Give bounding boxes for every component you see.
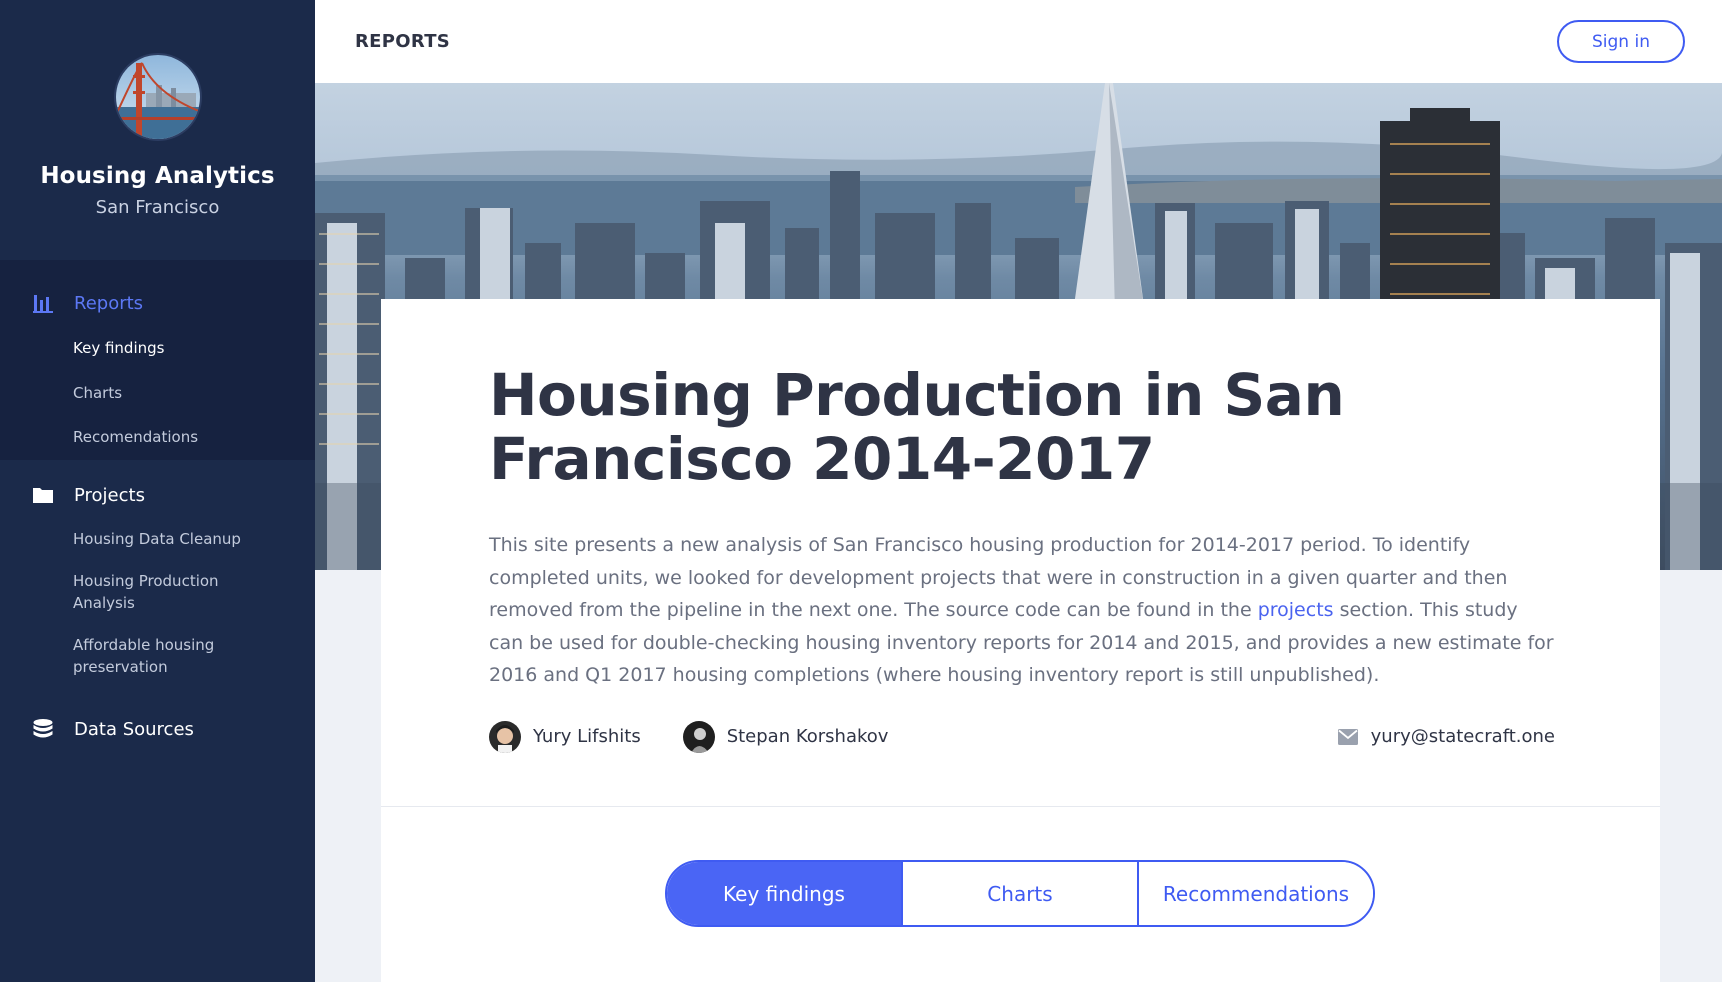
nav-group-projects: Projects Housing Data Cleanup Housing Pr… [0,460,315,688]
author[interactable]: Yury Lifshits [489,720,641,753]
page-title: Housing Production in San Francisco 2014… [489,361,1345,493]
sidebar-item-projects[interactable]: Projects [0,472,315,518]
sidebar-subitem-housing-production-analysis[interactable]: Housing Production Analysis [0,560,315,624]
tab-key-findings[interactable]: Key findings [667,862,901,925]
author-name: Yury Lifshits [533,726,641,747]
bar-chart-icon [32,292,54,314]
nav-group-reports: Reports Key findings Charts Recomendatio… [0,260,315,460]
sidebar-item-reports[interactable]: Reports [0,280,315,326]
sidebar-item-label: Reports [74,292,144,314]
author-name: Stepan Korshakov [726,726,889,747]
sidebar-subitem-recomendations[interactable]: Recomendations [0,415,315,460]
sidebar-item-label: Data Sources [74,718,194,740]
sidebar-subitem-charts[interactable]: Charts [0,371,315,416]
sidebar-subitem-housing-data-cleanup[interactable]: Housing Data Cleanup [0,518,315,560]
sidebar-subitem-affordable-housing-preservation[interactable]: Affordable housing preservation [0,624,315,688]
top-bar: REPORTS Sign in [315,0,1722,83]
sidebar-item-data-sources[interactable]: Data Sources [0,706,315,752]
mail-icon [1337,728,1358,745]
projects-link[interactable]: projects [1258,599,1334,621]
intro-paragraph: This site presents a new analysis of San… [489,529,1554,692]
sign-in-button[interactable]: Sign in [1557,20,1685,63]
authors-row: Yury Lifshits Stepan Korshakov yury@stat… [489,720,1555,754]
author[interactable]: Stepan Korshakov [682,720,889,753]
contact-email: yury@statecraft.one [1370,726,1555,747]
sidebar-item-label: Projects [74,484,145,506]
brand-subtitle: San Francisco [95,197,220,218]
tab-charts[interactable]: Charts [901,862,1137,925]
nav-group-data-sources: Data Sources [0,688,315,752]
tab-recommendations[interactable]: Recommendations [1137,862,1373,925]
divider [381,806,1660,807]
avatar [682,720,715,753]
folder-icon [32,484,54,506]
avatar [489,720,521,753]
brand-logo [113,53,202,141]
report-tabs: Key findings Charts Recommendations [665,860,1375,927]
brand: Housing Analytics San Francisco [0,0,315,260]
sidebar-subitem-key-findings[interactable]: Key findings [0,326,315,371]
page-section-title: REPORTS [355,31,451,52]
brand-title: Housing Analytics [40,163,275,189]
sidebar: Housing Analytics San Francisco Reports … [0,0,315,982]
contact[interactable]: yury@statecraft.one [1337,726,1555,747]
content-card: Housing Production in San Francisco 2014… [381,299,1660,982]
database-icon [32,718,54,740]
